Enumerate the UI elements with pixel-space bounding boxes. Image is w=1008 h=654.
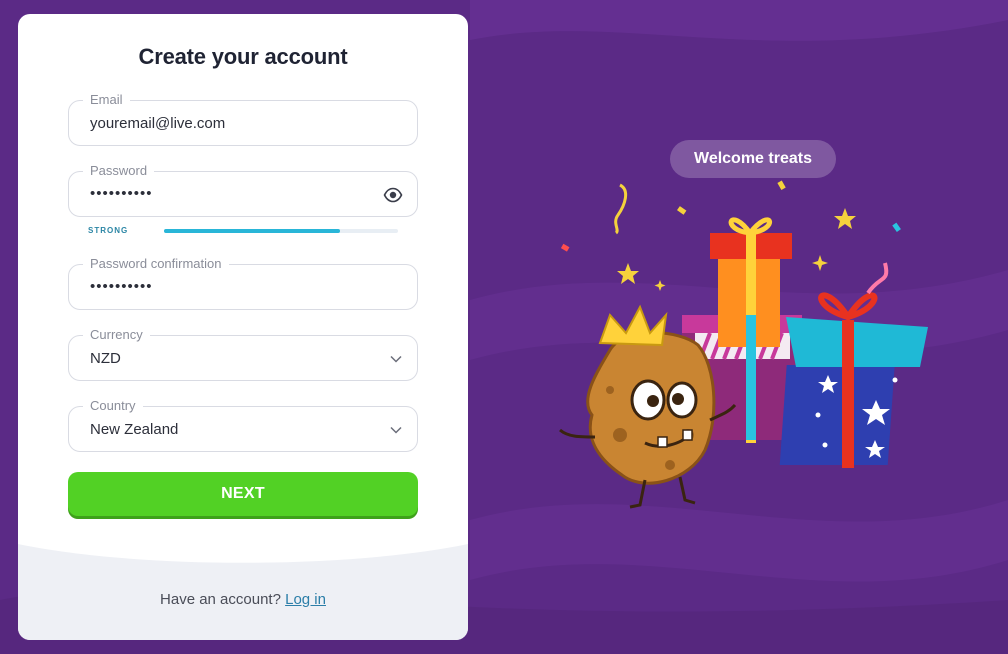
- password-label: Password: [83, 163, 155, 179]
- login-prompt: Have an account? Log in: [18, 591, 468, 608]
- confetti: [777, 180, 786, 190]
- country-label: Country: [83, 398, 143, 414]
- password-field[interactable]: Password ••••••••••: [68, 163, 418, 217]
- next-button[interactable]: NEXT: [68, 472, 418, 516]
- star: [617, 263, 639, 284]
- email-value[interactable]: youremail@live.com: [90, 115, 225, 133]
- country-value[interactable]: New Zealand: [90, 421, 178, 439]
- ribbon-bow: [728, 217, 772, 238]
- chevron-down-icon[interactable]: [389, 352, 403, 366]
- password-confirmation-label: Password confirmation: [83, 256, 229, 272]
- login-prompt-text: Have an account?: [160, 591, 281, 608]
- signup-card: Create your account Email youremail@live…: [18, 14, 468, 640]
- password-confirmation-field[interactable]: Password confirmation ••••••••••: [68, 256, 418, 310]
- currency-select[interactable]: Currency NZD: [68, 327, 418, 381]
- currency-value[interactable]: NZD: [90, 350, 121, 368]
- crown: [598, 304, 668, 347]
- password-strength-bar: [164, 229, 398, 233]
- welcome-treats-badge: Welcome treats: [670, 140, 836, 178]
- password-strength-label: STRONG: [88, 226, 129, 235]
- confetti: [560, 243, 570, 252]
- password-confirmation-value[interactable]: ••••••••••: [90, 278, 153, 296]
- confetti: [892, 222, 901, 232]
- password-value[interactable]: ••••••••••: [90, 185, 153, 203]
- country-select[interactable]: Country New Zealand: [68, 398, 418, 452]
- email-label: Email: [83, 92, 130, 108]
- star: [834, 208, 856, 229]
- sparkle: [654, 280, 666, 291]
- page-title: Create your account: [138, 44, 348, 69]
- password-strength-fill: [164, 229, 340, 233]
- confetti-streamer: [614, 183, 628, 235]
- login-link[interactable]: Log in: [285, 591, 326, 608]
- eye-icon[interactable]: [383, 185, 403, 205]
- currency-label: Currency: [83, 327, 150, 343]
- sparkle: [812, 255, 828, 271]
- confetti: [677, 206, 687, 215]
- cookie-mascot-illustration: [559, 180, 928, 509]
- email-field[interactable]: Email youremail@live.com: [68, 92, 418, 146]
- chevron-down-icon[interactable]: [389, 423, 403, 437]
